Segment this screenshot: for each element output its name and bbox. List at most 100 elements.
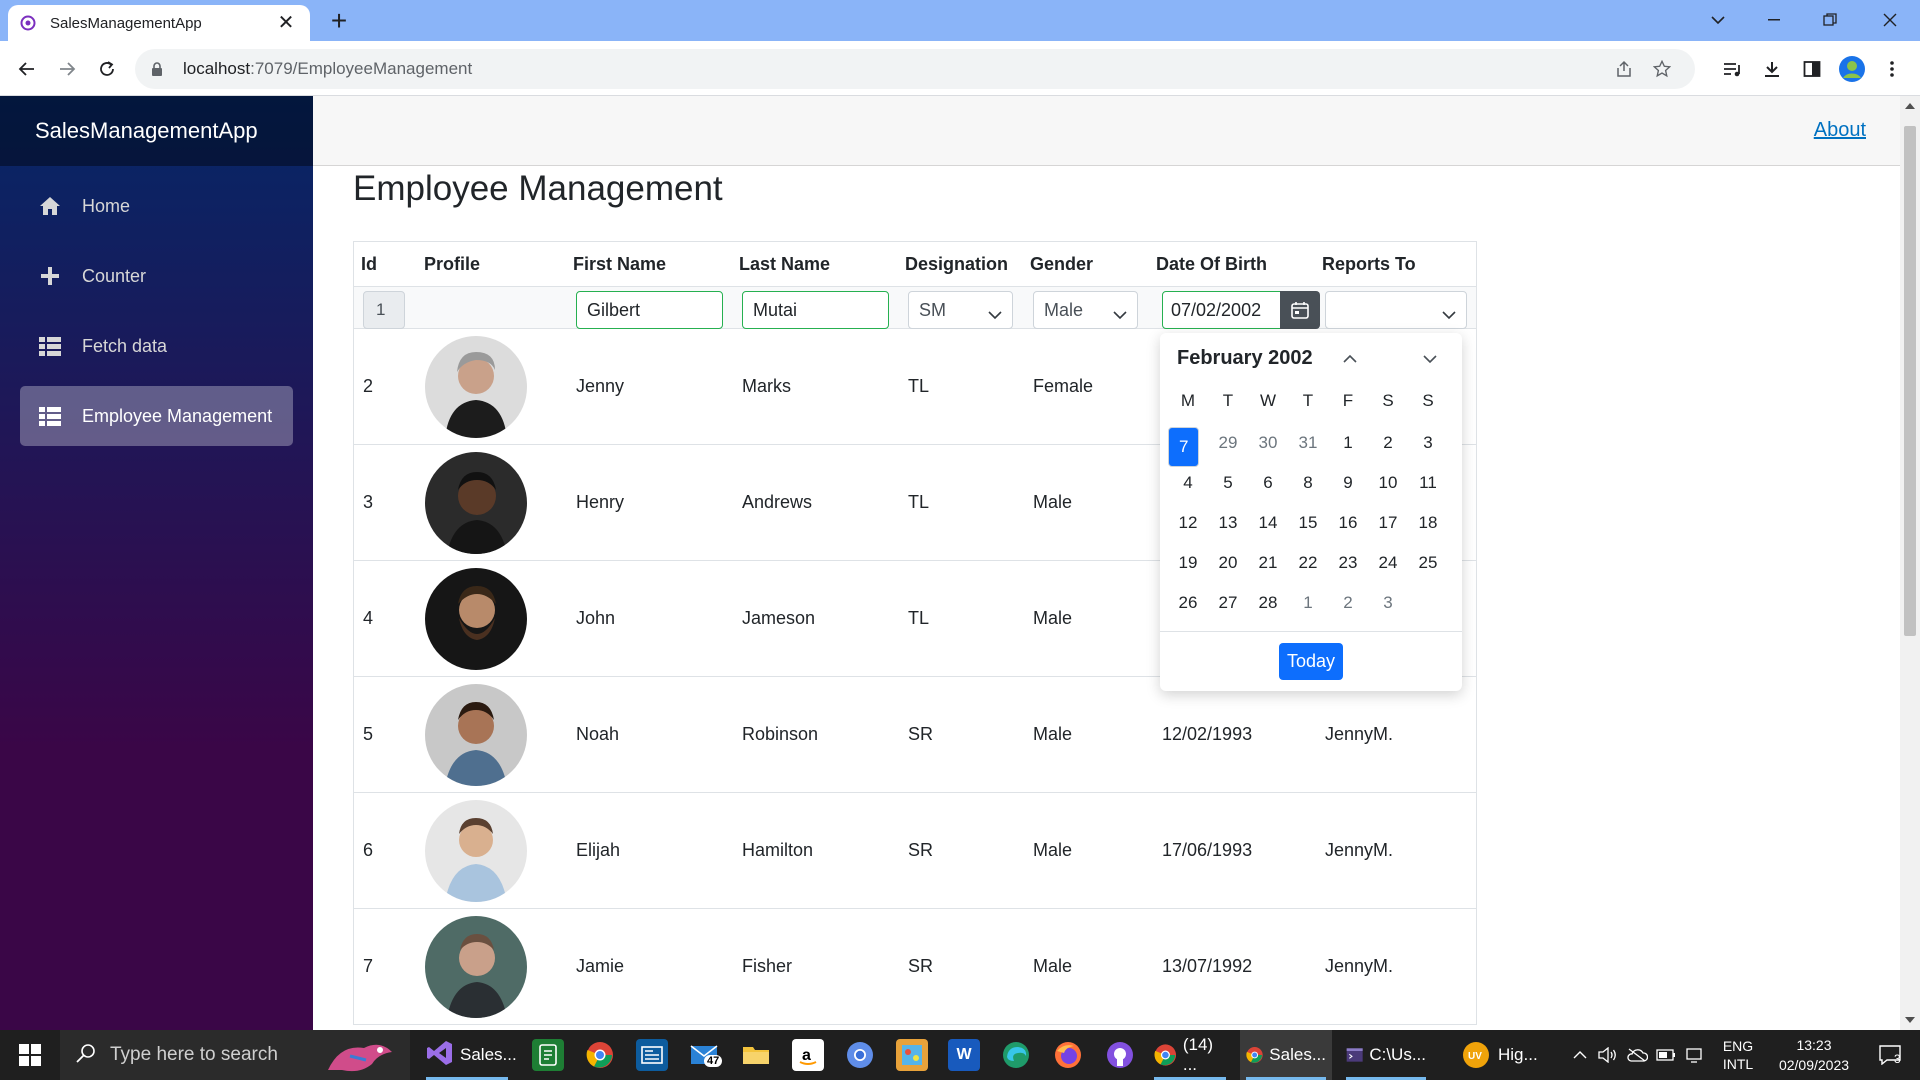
calendar-month-title[interactable]: February 2002: [1177, 347, 1313, 370]
chevron-up-icon[interactable]: [1568, 1030, 1592, 1080]
first-name-input[interactable]: Gilbert: [576, 291, 723, 329]
tab-close-icon[interactable]: ✕: [274, 13, 298, 33]
sidebar-item-counter[interactable]: Counter: [20, 246, 293, 306]
calendar-day[interactable]: 31: [1288, 423, 1328, 463]
calendar-day[interactable]: 12: [1168, 503, 1208, 543]
about-link[interactable]: About: [1814, 119, 1866, 142]
calendar-day-selected[interactable]: 7: [1168, 427, 1200, 467]
page-scrollbar[interactable]: [1900, 96, 1920, 1030]
calendar-day[interactable]: 5: [1208, 463, 1248, 503]
chromium-icon[interactable]: [844, 1039, 876, 1071]
column-header-date-of-birth[interactable]: Date Of Birth: [1156, 254, 1267, 275]
column-header-first-name[interactable]: First Name: [573, 254, 666, 275]
media-queue-icon[interactable]: [1716, 53, 1748, 85]
calendar-day[interactable]: 9: [1328, 463, 1368, 503]
gender-select[interactable]: Male: [1033, 291, 1138, 329]
forward-arrow-icon[interactable]: [51, 53, 83, 85]
search-highlight-bird-icon[interactable]: [320, 1034, 400, 1080]
calendar-day[interactable]: 1: [1328, 423, 1368, 463]
calendar-day[interactable]: 10: [1368, 463, 1408, 503]
windows-start-icon[interactable]: [0, 1030, 60, 1080]
file-explorer-icon[interactable]: [740, 1039, 772, 1071]
volume-icon[interactable]: [1596, 1030, 1620, 1080]
calendar-day[interactable]: 13: [1208, 503, 1248, 543]
notification-center-icon[interactable]: 3: [1868, 1030, 1912, 1080]
calendar-day[interactable]: 19: [1168, 543, 1208, 583]
language-indicator[interactable]: ENG INTL: [1710, 1030, 1766, 1080]
taskbar-search-box[interactable]: Type here to search: [60, 1030, 410, 1080]
reload-icon[interactable]: [91, 53, 123, 85]
mail-icon[interactable]: 47: [688, 1039, 723, 1071]
download-icon[interactable]: [1756, 53, 1788, 85]
calendar-day[interactable]: 16: [1328, 503, 1368, 543]
calendar-day[interactable]: 6: [1248, 463, 1288, 503]
taskbar-app-terminal[interactable]: C:\Us...: [1340, 1030, 1432, 1080]
side-panel-icon[interactable]: [1796, 53, 1828, 85]
calendar-day[interactable]: 20: [1208, 543, 1248, 583]
calendar-day[interactable]: 22: [1288, 543, 1328, 583]
taskbar-app-chrome-active[interactable]: Sales...: [1240, 1030, 1332, 1080]
column-header-designation[interactable]: Designation: [905, 254, 1008, 275]
taskbar-app-highlight[interactable]: UV Hig...: [1456, 1030, 1548, 1080]
calendar-day[interactable]: 18: [1408, 503, 1448, 543]
onedrive-icon[interactable]: [1624, 1030, 1650, 1080]
column-header-gender[interactable]: Gender: [1030, 254, 1093, 275]
table-row[interactable]: 6 Elijah Hamilton SR Male 17/06/1993 Jen…: [354, 793, 1476, 909]
table-row[interactable]: 5 Noah Robinson SR Male 12/02/1993 Jenny…: [354, 677, 1476, 793]
chevron-up-icon[interactable]: [1338, 347, 1362, 371]
word-icon[interactable]: W: [948, 1039, 980, 1071]
news-app-icon[interactable]: [636, 1039, 668, 1071]
calendar-icon[interactable]: [1280, 291, 1320, 329]
scroll-down-arrow-icon[interactable]: [1905, 1016, 1915, 1024]
app-brand[interactable]: SalesManagementApp: [0, 96, 313, 166]
firefox-icon[interactable]: [1052, 1039, 1084, 1071]
share-icon[interactable]: [1607, 52, 1641, 86]
amazon-icon[interactable]: a: [792, 1039, 824, 1071]
last-name-input[interactable]: Mutai: [742, 291, 889, 329]
sidebar-item-home[interactable]: Home: [20, 176, 293, 236]
scrollbar-thumb[interactable]: [1904, 126, 1916, 636]
calendar-day[interactable]: 3: [1368, 583, 1408, 623]
profile-avatar-icon[interactable]: [1836, 53, 1868, 85]
network-icon[interactable]: [1682, 1030, 1706, 1080]
lock-icon[interactable]: [151, 62, 169, 76]
calendar-day[interactable]: 8: [1288, 463, 1328, 503]
table-row[interactable]: 7 Jamie Fisher SR Male 13/07/1992 JennyM…: [354, 909, 1476, 1025]
chrome-icon[interactable]: [584, 1039, 616, 1071]
calendar-day[interactable]: 14: [1248, 503, 1288, 543]
reports-to-select[interactable]: [1325, 291, 1467, 329]
calendar-day[interactable]: 3: [1408, 423, 1448, 463]
url-text[interactable]: localhost:7079/EmployeeManagement: [183, 59, 1603, 79]
sidebar-item-fetch-data[interactable]: Fetch data: [20, 316, 293, 376]
new-tab-button[interactable]: +: [322, 6, 356, 36]
calendar-day[interactable]: 2: [1368, 423, 1408, 463]
taskbar-app-visual-studio[interactable]: Sales...: [420, 1030, 517, 1080]
minimize-icon[interactable]: [1746, 0, 1802, 40]
calendar-day[interactable]: 2: [1328, 583, 1368, 623]
tab-search-icon[interactable]: [1690, 0, 1746, 40]
window-close-icon[interactable]: [1862, 0, 1918, 40]
column-header-reports-to[interactable]: Reports To: [1322, 254, 1416, 275]
paint-app-icon[interactable]: [896, 1039, 928, 1071]
calendar-day[interactable]: 21: [1248, 543, 1288, 583]
clock[interactable]: 13:23 02/09/2023: [1766, 1030, 1862, 1080]
address-bar[interactable]: localhost:7079/EmployeeManagement: [135, 49, 1695, 89]
back-arrow-icon[interactable]: [11, 53, 43, 85]
notes-app-icon[interactable]: [532, 1039, 564, 1071]
calendar-day[interactable]: 11: [1408, 463, 1448, 503]
calendar-day[interactable]: 25: [1408, 543, 1448, 583]
calendar-day[interactable]: 28: [1248, 583, 1288, 623]
today-button[interactable]: Today: [1279, 643, 1343, 680]
calendar-day[interactable]: 26: [1168, 583, 1208, 623]
calendar-day[interactable]: 17: [1368, 503, 1408, 543]
calendar-day[interactable]: 30: [1248, 423, 1288, 463]
chevron-down-icon[interactable]: [1418, 347, 1442, 371]
calendar-day[interactable]: 4: [1168, 463, 1208, 503]
bookmark-star-icon[interactable]: [1645, 52, 1679, 86]
calendar-day[interactable]: 1: [1288, 583, 1328, 623]
column-header-id[interactable]: Id: [361, 254, 377, 275]
calendar-day[interactable]: 15: [1288, 503, 1328, 543]
browser-menu-icon[interactable]: [1876, 53, 1908, 85]
taskbar-app-chrome-window[interactable]: (14) ...: [1148, 1030, 1232, 1080]
edge-icon[interactable]: [1000, 1039, 1032, 1071]
